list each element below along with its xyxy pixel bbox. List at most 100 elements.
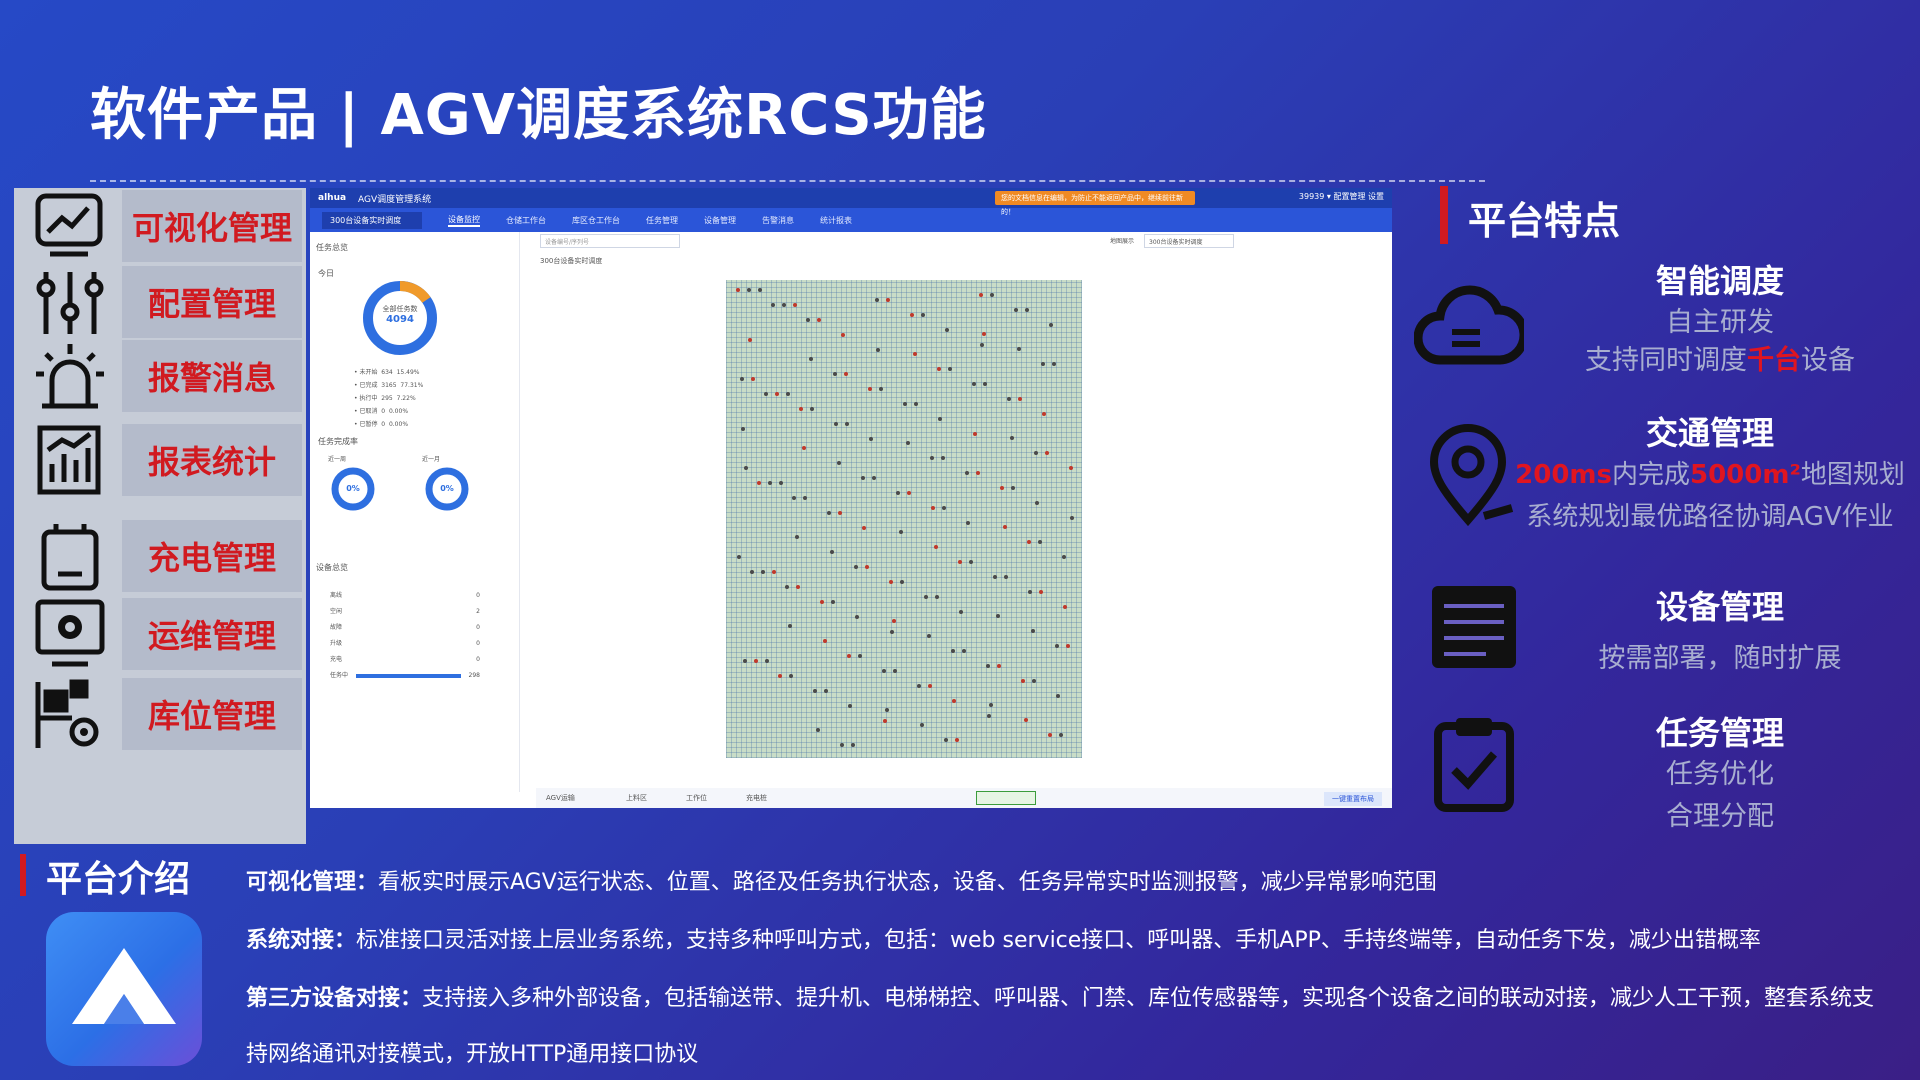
agv-dot — [1011, 486, 1015, 490]
feature-highlight: 千台 — [1747, 345, 1801, 376]
feature-text: 设备 — [1801, 345, 1855, 376]
gear-monitor-icon — [32, 598, 108, 670]
rcs-tab[interactable]: 仓储工作台 — [506, 215, 546, 226]
menu-item-storage[interactable]: 库位管理 — [14, 676, 306, 750]
device-row: 任务中 298 — [330, 672, 480, 679]
rcs-tab[interactable]: 任务管理 — [646, 215, 678, 226]
agv-dot — [935, 595, 939, 599]
reset-layout-button[interactable]: 一键重置布局 — [1324, 792, 1382, 806]
agv-dot — [930, 456, 934, 460]
menu-label: 可视化管理 — [122, 190, 302, 262]
menu-item-alarm[interactable]: 报警消息 — [14, 338, 306, 412]
agv-dot — [803, 496, 807, 500]
agv-dot — [1045, 451, 1049, 455]
monitor-chart-icon — [32, 190, 108, 262]
agv-dot — [848, 704, 852, 708]
agv-dot — [972, 382, 976, 386]
legend-station: 工作位 — [686, 794, 707, 802]
agv-dot — [1052, 362, 1056, 366]
agv-dot — [768, 481, 772, 485]
menu-item-charging[interactable]: 充电管理 — [14, 518, 306, 592]
agv-dot — [851, 743, 855, 747]
intro-paragraph-cont: 持网络通讯对接模式，开放HTTP通用接口协议 — [246, 1042, 699, 1067]
rcs-warning-banner[interactable]: 您的文档信息在编辑，为防止不能返回产品中，继续前往新的！ — [995, 191, 1195, 216]
agv-dot — [786, 392, 790, 396]
agv-dot — [1056, 694, 1060, 698]
rcs-scene-select[interactable]: 300台设备实时调度 — [322, 211, 422, 229]
intro-paragraph: 可视化管理：看板实时展示AGV运行状态、位置、路径及任务执行状态，设备、任务异常… — [246, 870, 1437, 895]
alarm-light-icon — [32, 340, 108, 412]
agv-dot — [736, 288, 740, 292]
device-row: 离线 0 — [330, 592, 480, 599]
agv-dot — [941, 456, 945, 460]
agv-dot — [813, 689, 817, 693]
device-row: 升级 0 — [330, 640, 480, 647]
agv-dot — [1048, 733, 1052, 737]
rate1-value: 0% — [346, 484, 360, 493]
rcs-tab[interactable]: 告警消息 — [762, 215, 794, 226]
menu-item-config[interactable]: 配置管理 — [14, 264, 306, 338]
map-controls[interactable] — [976, 791, 1036, 805]
agv-dot — [840, 743, 844, 747]
agv-dot — [997, 664, 1001, 668]
agv-dot — [740, 377, 744, 381]
feature-line: 系统规划最优路径协调AGV作业 — [1526, 502, 1894, 532]
agv-dot — [779, 481, 783, 485]
agv-dot — [751, 377, 755, 381]
agv-dot — [1055, 644, 1059, 648]
agv-dot — [810, 407, 814, 411]
rcs-title-bar: alhua AGV调度管理系统 您的文档信息在编辑，为防止不能返回产品中，继续前… — [310, 188, 1392, 216]
rcs-tab[interactable]: 库区仓工作台 — [572, 215, 620, 226]
feature-title: 交通管理 — [1645, 414, 1774, 452]
agv-dot — [757, 481, 761, 485]
agv-dot — [990, 293, 994, 297]
rcs-tab[interactable]: 设备管理 — [704, 215, 736, 226]
today-label: 今日 — [318, 269, 334, 278]
agv-dot — [989, 703, 993, 707]
agv-dot — [820, 600, 824, 604]
agv-dot — [1034, 451, 1038, 455]
agv-dot — [948, 367, 952, 371]
menu-item-ops[interactable]: 运维管理 — [14, 596, 306, 670]
agv-dot — [833, 372, 837, 376]
menu-label: 库位管理 — [122, 678, 302, 750]
rcs-tab[interactable]: 设备监控 — [448, 214, 480, 227]
agv-dot — [1024, 718, 1028, 722]
legend-slot: 上料区 — [626, 794, 647, 802]
agv-dot — [1010, 436, 1014, 440]
agv-dot — [772, 570, 776, 574]
agv-dot — [868, 387, 872, 391]
agv-dot — [982, 332, 986, 336]
map-select[interactable]: 300台设备实时调度 — [1144, 234, 1234, 248]
rcs-tab[interactable]: 统计报表 — [820, 215, 852, 226]
donut-label: 全部任务数 — [382, 305, 418, 313]
agv-dot — [907, 491, 911, 495]
warehouse-map[interactable] — [726, 280, 1082, 758]
agv-dot — [1069, 466, 1073, 470]
agv-dot — [882, 669, 886, 673]
task-stat-row: • 执行中 295 7.22% — [354, 395, 416, 402]
agv-dot — [796, 585, 800, 589]
menu-label: 充电管理 — [122, 520, 302, 592]
agv-dot — [945, 328, 949, 332]
agv-dot — [855, 615, 859, 619]
device-search-input[interactable]: 设备编号/序列号 — [540, 234, 680, 248]
device-list: 离线 0 空闲 2 故障 0 升级 0 充电 0 任务中 298 — [330, 588, 480, 684]
rcs-left-panel: 任务总览 今日 全部任务数 4094 • 未开始 634 15.49% • 已完… — [310, 232, 520, 792]
menu-item-visual[interactable]: 可视化管理 — [14, 188, 306, 262]
agv-dot — [788, 624, 792, 628]
battery-icon — [32, 520, 108, 592]
feature-line: 任务优化 — [1666, 759, 1774, 790]
rcs-top-right[interactable]: 39939 ▾ 配置管理 设置 — [1299, 191, 1384, 202]
agv-dot — [792, 496, 796, 500]
agv-dot — [875, 298, 879, 302]
agv-dot — [1003, 525, 1007, 529]
agv-dot — [831, 600, 835, 604]
agv-dot — [1035, 501, 1039, 505]
menu-item-report[interactable]: 报表统计 — [14, 422, 306, 496]
agv-dot — [927, 634, 931, 638]
feature-smart-dispatch: 智能调度 自主研发 — [1560, 256, 1880, 344]
feature-title: 任务管理 — [1655, 714, 1784, 752]
task-overview-title: 任务总览 — [316, 243, 348, 252]
rcs-screenshot: alhua AGV调度管理系统 您的文档信息在编辑，为防止不能返回产品中，继续前… — [310, 188, 1392, 808]
